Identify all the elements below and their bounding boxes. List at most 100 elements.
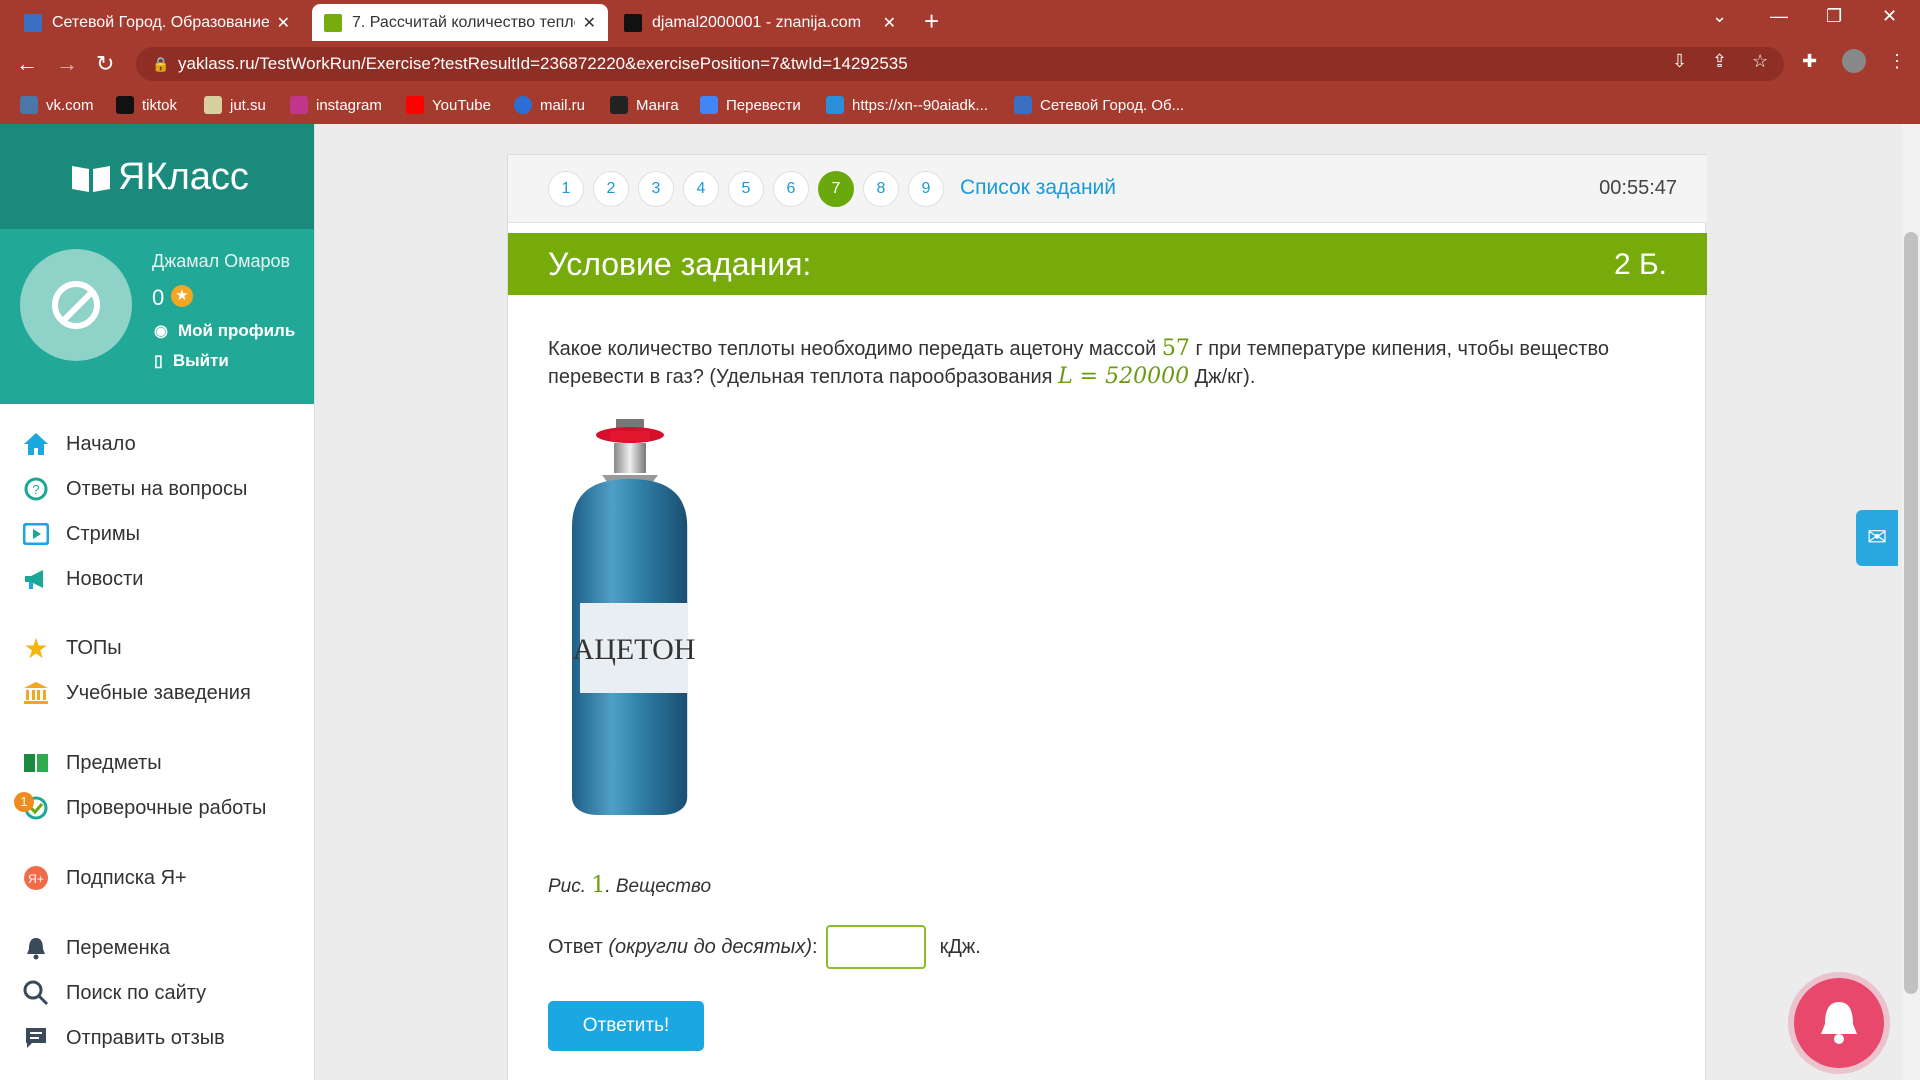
formula: L = 520000 <box>1058 364 1190 389</box>
search-icon <box>22 979 50 1007</box>
youtube-icon <box>406 96 424 114</box>
instagram-icon <box>290 96 308 114</box>
bookmark-item[interactable]: mail.ru <box>514 96 585 114</box>
reload-icon[interactable]: ↻ <box>96 51 114 77</box>
sidebar-item-search[interactable]: Поиск по сайту <box>22 979 206 1007</box>
site-favicon-icon <box>24 13 42 32</box>
megaphone-icon <box>22 565 50 593</box>
no-photo-icon <box>52 281 100 329</box>
question-button-current[interactable]: 7 <box>818 171 854 207</box>
install-icon[interactable]: ⇩ <box>1672 51 1687 72</box>
task-score: 2 Б. <box>1613 248 1667 281</box>
star-icon: ★ <box>23 632 49 664</box>
answer-input[interactable] <box>825 925 926 969</box>
sidebar-item-feedback[interactable]: Отправить отзыв <box>22 1024 225 1052</box>
sidebar-item-answers[interactable]: ? Ответы на вопросы <box>22 475 247 503</box>
tab-search-icon[interactable]: ⌄ <box>1712 6 1727 27</box>
svg-text:Я+: Я+ <box>28 872 44 886</box>
user-name[interactable]: Джамал Омаров <box>152 251 290 272</box>
browser-tab[interactable]: Сетевой Город. Образование. Д ✕ <box>12 4 302 41</box>
scrollbar-thumb[interactable] <box>1904 232 1918 994</box>
menu-icon[interactable]: ⋮ <box>1888 51 1906 72</box>
answer-unit: кДж. <box>939 935 981 958</box>
figure-caption: Рис. 1. Вещество <box>548 873 712 898</box>
lock-icon: 🔒 <box>152 56 170 72</box>
url-field[interactable]: 🔒 yaklass.ru/TestWorkRun/Exercise?testRe… <box>136 47 1784 81</box>
sidebar-item-tests[interactable]: Проверочные работы <box>22 794 266 822</box>
answer-row: Ответ (округли до десятых): кДж. <box>548 925 981 969</box>
profile-avatar-icon[interactable] <box>1842 49 1866 73</box>
new-tab-icon[interactable]: + <box>924 6 939 37</box>
question-button[interactable]: 6 <box>773 171 809 207</box>
bookmark-item[interactable]: instagram <box>290 96 382 114</box>
svg-text:?: ? <box>32 482 39 497</box>
forward-icon[interactable]: → <box>56 51 78 77</box>
bookmark-item[interactable]: Перевести <box>700 96 801 114</box>
acetone-bottle-image: АЦЕТОН <box>572 419 695 815</box>
bookmark-item[interactable]: Манга <box>610 96 679 114</box>
bookmark-star-icon[interactable]: ☆ <box>1752 51 1768 72</box>
avatar[interactable] <box>20 249 132 361</box>
sidebar-item-streams[interactable]: Стримы <box>22 520 140 548</box>
sidebar-item-tops[interactable]: ★ ТОПы <box>22 632 121 664</box>
question-button[interactable]: 3 <box>638 171 674 207</box>
bookmark-item[interactable]: Сетевой Город. Об... <box>1014 96 1184 114</box>
close-tab-icon[interactable]: ✕ <box>277 13 290 33</box>
page-content: ЯКласс Джамал Омаров 0 ★ ◉ Мой профиль ▯… <box>0 124 1920 1080</box>
sidebar-item-news[interactable]: Новости <box>22 565 143 593</box>
timer: 00:55:47 <box>1599 177 1677 199</box>
bookmarks-bar: vk.com tiktok jut.su instagram YouTube m… <box>0 88 1920 124</box>
task-header: Условие задания: 2 Б. <box>508 233 1707 295</box>
mail-icon[interactable]: ✉ <box>1856 510 1898 566</box>
bookmark-item[interactable]: jut.su <box>204 96 266 114</box>
notification-badge: 1 <box>14 792 34 812</box>
question-button[interactable]: 9 <box>908 171 944 207</box>
browser-tab-active[interactable]: 7. Рассчитай количество теплот ✕ <box>312 4 608 41</box>
sidebar-item-subscription[interactable]: Я+ Подписка Я+ <box>22 864 187 892</box>
question-button[interactable]: 8 <box>863 171 899 207</box>
home-icon <box>22 430 50 458</box>
browser-tab[interactable]: djamal2000001 - znanija.com ✕ <box>612 4 908 41</box>
back-icon[interactable]: ← <box>16 51 38 77</box>
question-navigation: 1 2 3 4 5 6 7 8 9 Список заданий 00:55:4… <box>508 155 1707 223</box>
question-button[interactable]: 1 <box>548 171 584 207</box>
sidebar-item-break[interactable]: Переменка <box>22 934 170 962</box>
task-list-link[interactable]: Список заданий <box>960 176 1116 200</box>
user-block: Джамал Омаров 0 ★ ◉ Мой профиль ▯ Выйти <box>0 229 314 404</box>
logo-block[interactable]: ЯКласс <box>0 124 314 229</box>
close-tab-icon[interactable]: ✕ <box>883 13 896 33</box>
question-button[interactable]: 4 <box>683 171 719 207</box>
tab-title: djamal2000001 - znanija.com <box>652 13 862 31</box>
sidebar-item-home[interactable]: Начало <box>22 430 136 458</box>
profile-link[interactable]: ◉ Мой профиль <box>154 321 295 341</box>
share-icon[interactable]: ⇪ <box>1712 51 1727 72</box>
close-window-icon[interactable]: ✕ <box>1882 6 1897 27</box>
mass-value: 57 <box>1161 336 1190 361</box>
close-tab-icon[interactable]: ✕ <box>583 13 596 33</box>
bookmark-item[interactable]: https://xn--90aiadk... <box>826 96 988 114</box>
sidebar-item-subjects[interactable]: Предметы <box>22 749 162 777</box>
yaklass-favicon-icon <box>324 13 342 32</box>
star-icon: ★ <box>171 285 193 307</box>
logo-text: ЯКласс <box>118 156 249 198</box>
sidebar-item-schools[interactable]: Учебные заведения <box>22 679 251 707</box>
question-button[interactable]: 5 <box>728 171 764 207</box>
question-button[interactable]: 2 <box>593 171 629 207</box>
notification-bell-button[interactable] <box>1794 978 1884 1068</box>
restore-icon[interactable]: ❐ <box>1826 6 1842 27</box>
minimize-icon[interactable]: — <box>1770 6 1788 27</box>
bookmark-item[interactable]: YouTube <box>406 96 491 114</box>
tiktok-icon <box>116 96 134 114</box>
task-header-title: Условие задания: <box>548 246 812 282</box>
logout-link[interactable]: ▯ Выйти <box>154 351 229 371</box>
ya-plus-icon: Я+ <box>22 864 50 892</box>
question-icon: ? <box>22 475 50 503</box>
url-text: yaklass.ru/TestWorkRun/Exercise?testResu… <box>178 54 908 73</box>
sh-icon <box>826 96 844 114</box>
bell-icon <box>1821 1002 1857 1044</box>
bookmark-item[interactable]: vk.com <box>20 96 94 114</box>
bookmark-item[interactable]: tiktok <box>116 96 177 114</box>
submit-button[interactable]: Ответить! <box>548 1001 704 1051</box>
tab-title: 7. Рассчитай количество теплот <box>352 13 575 31</box>
extensions-icon[interactable]: ✚ <box>1802 51 1817 72</box>
